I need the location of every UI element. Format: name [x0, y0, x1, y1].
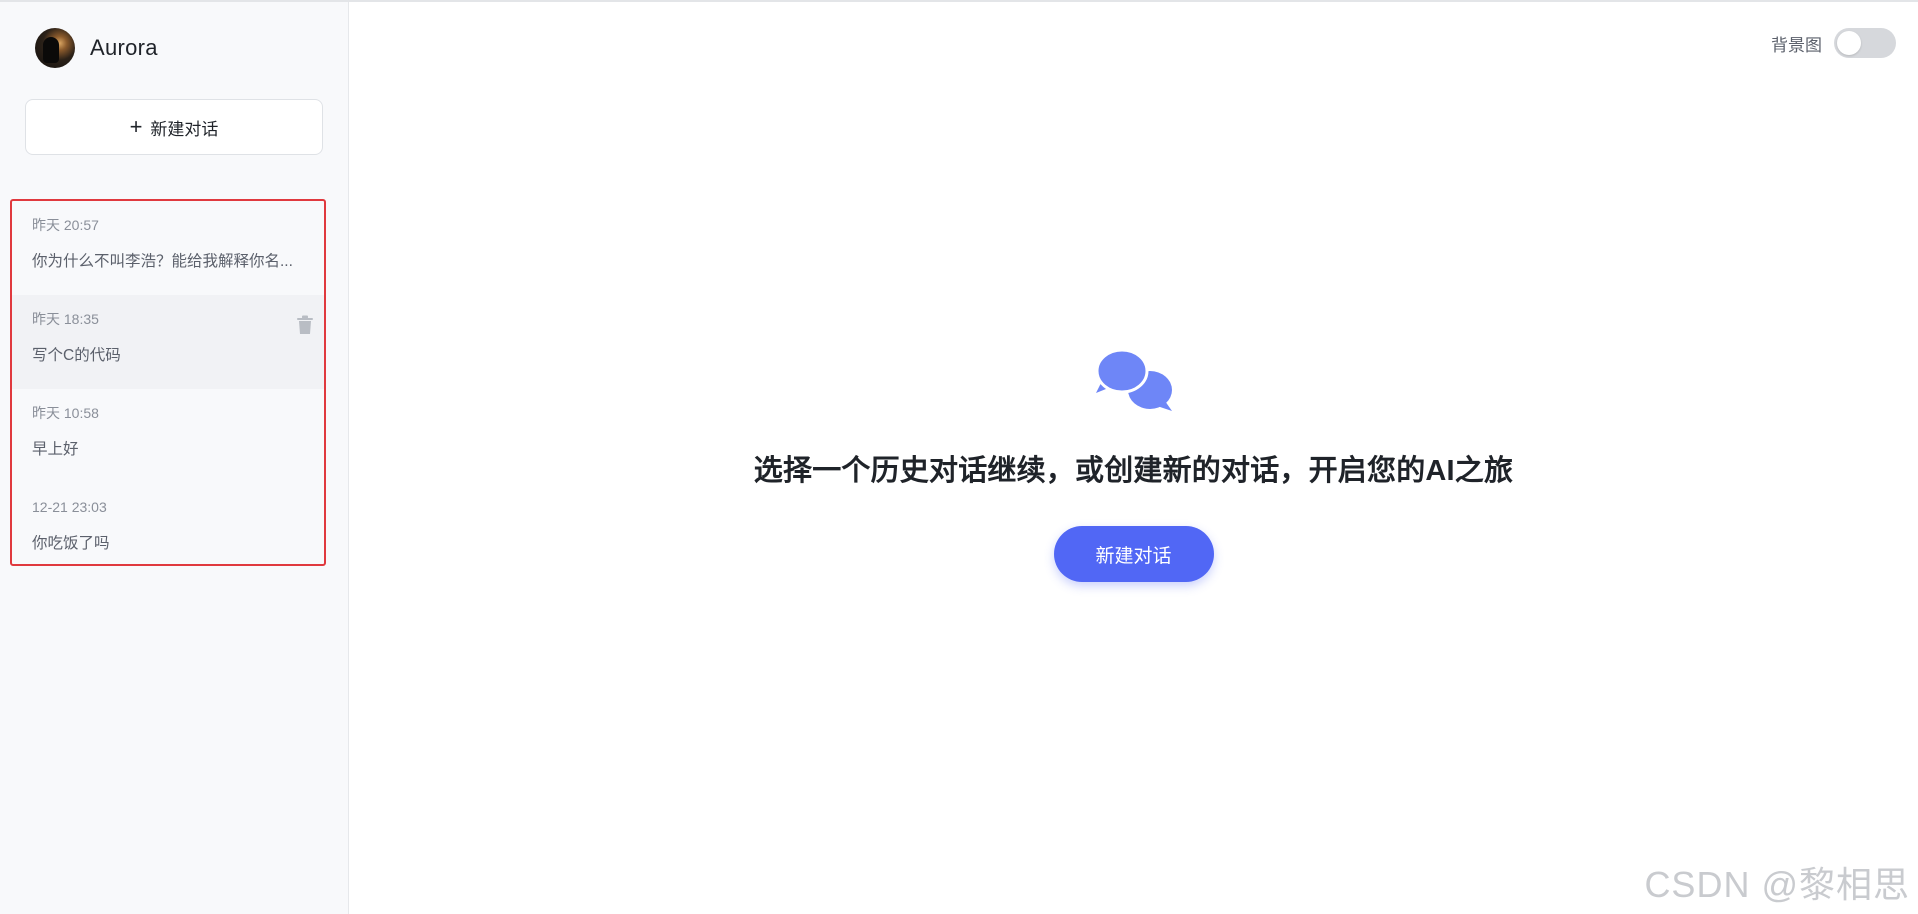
chat-bubbles-icon: [1095, 349, 1172, 411]
background-toggle[interactable]: [1834, 28, 1896, 58]
user-profile[interactable]: Aurora: [35, 28, 158, 68]
history-item-time: 昨天 20:57: [32, 217, 99, 233]
trash-icon[interactable]: [296, 315, 314, 335]
watermark: CSDN @黎相思: [1644, 864, 1910, 905]
history-item-time: 12-21 23:03: [32, 499, 107, 515]
main-panel: 背景图 选择一个历史对话继续，或创建新的对话，开启您的AI之旅 新建对话 CSD…: [349, 2, 1918, 914]
sidebar-new-chat-button[interactable]: + 新建对话: [25, 99, 323, 155]
chat-history-list: 昨天 20:57 你为什么不叫李浩？能给我解释你名... 昨天 18:35 写个…: [10, 199, 326, 566]
sidebar-new-chat-label: 新建对话: [150, 119, 219, 139]
history-item[interactable]: 昨天 10:58 早上好: [12, 389, 324, 483]
history-item-title: 你吃饭了吗: [32, 535, 110, 552]
main-new-chat-button[interactable]: 新建对话: [1053, 526, 1214, 582]
history-item[interactable]: 12-21 23:03 你吃饭了吗: [12, 483, 324, 577]
empty-state-prompt: 选择一个历史对话继续，或创建新的对话，开启您的AI之旅: [753, 455, 1514, 487]
plus-icon: +: [129, 114, 143, 139]
app-window: Aurora + 新建对话 昨天 20:57 你为什么不叫李浩？能给我解释你名.…: [0, 0, 1918, 914]
toggle-knob: [1837, 31, 1861, 55]
username: Aurora: [90, 35, 158, 60]
sidebar: Aurora + 新建对话 昨天 20:57 你为什么不叫李浩？能给我解释你名.…: [0, 2, 349, 914]
empty-state: 选择一个历史对话继续，或创建新的对话，开启您的AI之旅 新建对话: [349, 349, 1918, 582]
background-toggle-group: 背景图: [1771, 28, 1896, 58]
background-label: 背景图: [1771, 35, 1822, 55]
history-item-title: 你为什么不叫李浩？能给我解释你名...: [32, 253, 293, 270]
history-item-time: 昨天 10:58: [32, 405, 99, 421]
history-item-title: 写个C的代码: [32, 347, 121, 364]
history-item[interactable]: 昨天 20:57 你为什么不叫李浩？能给我解释你名...: [12, 201, 324, 295]
history-item-time: 昨天 18:35: [32, 311, 99, 327]
history-item-title: 早上好: [32, 441, 79, 458]
avatar[interactable]: [35, 28, 75, 68]
history-item[interactable]: 昨天 18:35 写个C的代码: [12, 295, 324, 389]
